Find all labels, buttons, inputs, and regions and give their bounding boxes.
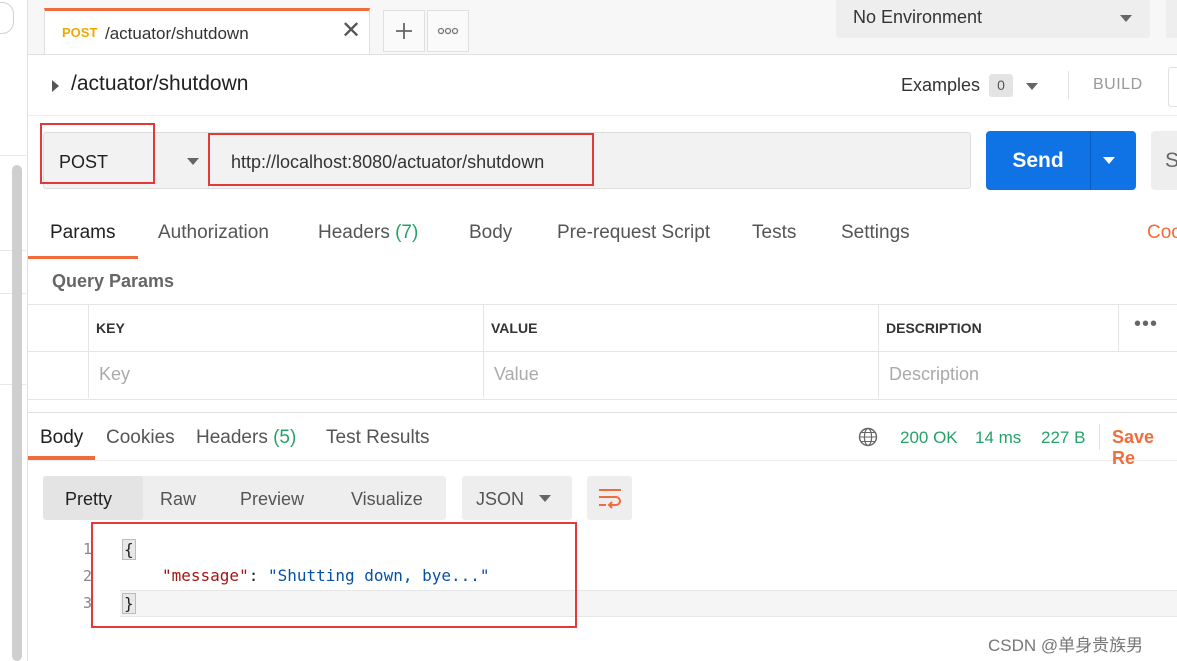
cookies-link[interactable]: Coo <box>1147 222 1177 244</box>
column-divider <box>878 305 879 398</box>
column-divider <box>483 305 484 398</box>
annotation-box-response <box>91 522 577 628</box>
new-tab-button[interactable] <box>383 10 425 52</box>
tab-body[interactable]: Body <box>469 222 512 244</box>
sidebar-toggle[interactable] <box>0 2 14 34</box>
query-params-title: Query Params <box>52 271 175 291</box>
globe-icon[interactable] <box>858 427 878 447</box>
response-tab-body[interactable]: Body <box>40 427 83 449</box>
tab-pre-request-script[interactable]: Pre-request Script <box>557 222 710 244</box>
response-time[interactable]: 14 ms <box>975 428 1021 448</box>
examples-button[interactable]: Examples <box>901 75 980 96</box>
response-tab-cookies[interactable]: Cookies <box>106 427 175 449</box>
tab-params[interactable]: Params <box>50 222 115 244</box>
query-params-table: KEY VALUE DESCRIPTION ••• Key Value Desc… <box>28 304 1177 400</box>
column-header-description: DESCRIPTION <box>886 320 982 336</box>
tab-method-label: POST <box>62 25 98 40</box>
format-label: JSON <box>476 489 525 509</box>
wrap-lines-icon <box>599 489 621 509</box>
chevron-down-icon[interactable] <box>1103 157 1115 164</box>
key-input[interactable]: Key <box>99 364 130 385</box>
response-tabs-divider <box>28 460 1177 461</box>
wrap-lines-button[interactable] <box>587 476 632 520</box>
sidebar-scrollbar[interactable] <box>12 165 22 661</box>
format-select[interactable]: JSON <box>462 476 572 520</box>
tab-settings[interactable]: Settings <box>841 222 910 244</box>
value-input[interactable]: Value <box>494 364 539 385</box>
more-horizontal-icon <box>437 27 459 35</box>
response-tab-headers[interactable]: Headers (5) <box>196 427 296 449</box>
environment-quick-look[interactable] <box>1166 0 1177 38</box>
close-icon[interactable]: ✕ <box>341 19 361 43</box>
build-button[interactable]: BUILD <box>1093 76 1143 94</box>
active-tab-indicator <box>28 256 138 259</box>
view-preview[interactable]: Preview <box>240 489 304 510</box>
tab-tests[interactable]: Tests <box>752 222 796 244</box>
more-horizontal-icon[interactable]: ••• <box>1134 313 1158 336</box>
divider <box>1099 424 1100 450</box>
save-button[interactable]: S <box>1151 131 1177 190</box>
column-header-key: KEY <box>96 320 125 336</box>
chevron-down-icon[interactable] <box>1026 83 1038 90</box>
tab-headers-label: Headers <box>318 222 390 243</box>
send-label: Send <box>1012 149 1064 172</box>
chevron-down-icon <box>187 158 199 165</box>
response-size[interactable]: 227 B <box>1041 428 1085 448</box>
column-divider <box>1118 305 1119 351</box>
view-visualize[interactable]: Visualize <box>351 489 423 510</box>
view-mode-bar: Pretty Raw Preview Visualize <box>43 476 446 520</box>
annotation-box-method <box>40 123 155 184</box>
divider <box>1068 71 1069 99</box>
save-dropdown-edge[interactable] <box>1168 67 1177 107</box>
send-button[interactable]: Send <box>986 131 1136 190</box>
view-pretty[interactable]: Pretty <box>65 489 112 510</box>
tab-options-button[interactable] <box>427 10 469 52</box>
save-label: S <box>1165 149 1177 172</box>
response-headers-count: (5) <box>273 427 297 448</box>
column-header-value: VALUE <box>491 320 538 336</box>
request-tab[interactable]: POST /actuator/shutdown ✕ <box>44 8 370 54</box>
view-raw[interactable]: Raw <box>160 489 196 510</box>
line-number: 2 <box>82 567 92 585</box>
response-tab-test-results[interactable]: Test Results <box>326 427 429 449</box>
environment-selector[interactable]: No Environment <box>836 0 1150 38</box>
tab-title: /actuator/shutdown <box>105 24 249 43</box>
headers-count: (7) <box>395 222 419 243</box>
chevron-down-icon <box>1120 15 1132 22</box>
description-input[interactable]: Description <box>889 364 979 385</box>
watermark: CSDN @单身贵族男 <box>988 636 1144 655</box>
send-divider <box>1090 131 1091 190</box>
chevron-down-icon <box>539 495 551 502</box>
status-code[interactable]: 200 OK <box>900 428 958 448</box>
request-title-row: /actuator/shutdown Examples 0 BUILD <box>28 55 1177 116</box>
line-number: 3 <box>82 594 92 612</box>
left-sidebar <box>0 0 28 661</box>
examples-count-badge: 0 <box>989 74 1013 97</box>
request-name: /actuator/shutdown <box>71 72 249 95</box>
plus-icon <box>396 23 412 39</box>
sidebar-divider <box>0 155 26 156</box>
tab-authorization[interactable]: Authorization <box>158 222 269 244</box>
response-headers-label: Headers <box>196 427 268 448</box>
caret-right-icon[interactable] <box>52 80 59 92</box>
table-row-divider <box>28 351 1177 352</box>
line-number: 1 <box>82 540 92 558</box>
tab-headers[interactable]: Headers (7) <box>318 222 418 244</box>
column-divider <box>88 305 89 398</box>
annotation-box-url <box>208 133 594 186</box>
environment-label: No Environment <box>853 7 983 27</box>
save-response-button[interactable]: Save Re <box>1112 427 1177 469</box>
response-divider <box>28 412 1177 413</box>
